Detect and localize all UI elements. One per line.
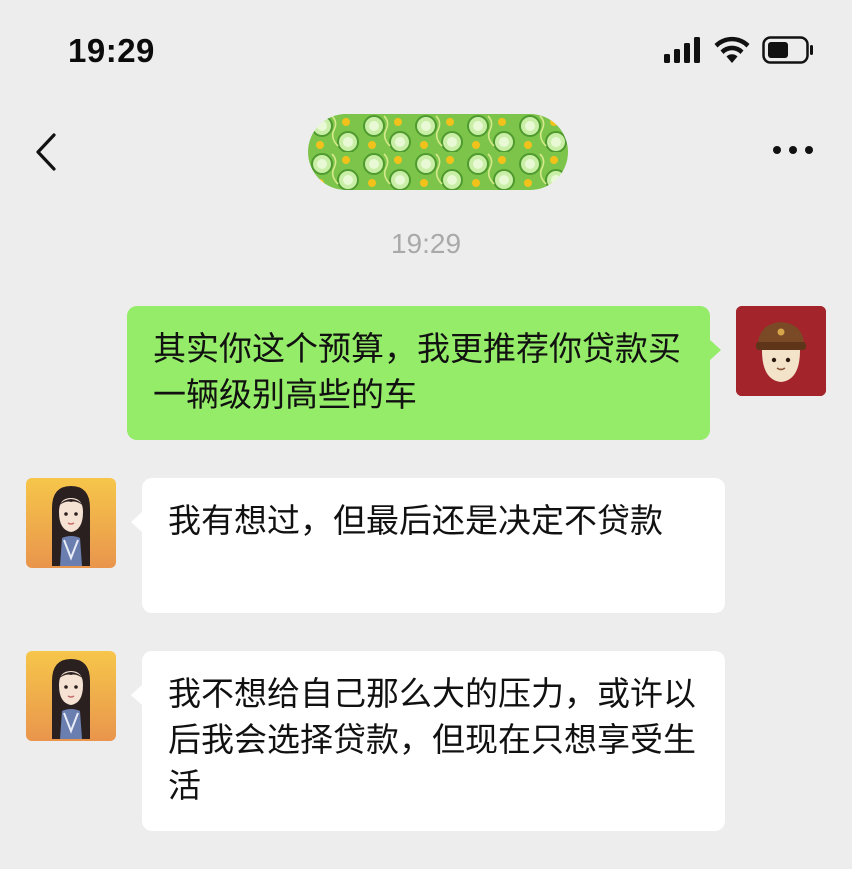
cellular-signal-icon xyxy=(664,37,700,63)
bubble-tail xyxy=(709,339,721,361)
wifi-icon xyxy=(714,36,750,63)
avatar-self[interactable] xyxy=(736,306,826,396)
message-bubble-sent[interactable]: 其实你这个预算，我更推荐你贷款买一辆级别高些的车 xyxy=(127,306,710,440)
battery-icon xyxy=(762,36,813,64)
status-bar: 19:29 xyxy=(0,0,852,100)
message-text: 我有想过，但最后还是决定不贷款 xyxy=(168,501,663,540)
message-text: 其实你这个预算，我更推荐你贷款买一辆级别高些的车 xyxy=(153,329,681,414)
chevron-left-icon[interactable] xyxy=(30,132,66,172)
message-timestamp: 19:29 xyxy=(390,228,462,259)
message-bubble-received[interactable]: 我有想过，但最后还是决定不贷款 xyxy=(142,478,725,613)
status-time: 19:29 xyxy=(68,32,155,69)
message-bubble-received[interactable]: 我不想给自己那么大的压力，或许以后我会选择贷款，但现在只想享受生活 xyxy=(142,651,725,831)
more-dots-icon[interactable] xyxy=(772,140,814,160)
avatar-contact[interactable] xyxy=(26,478,116,568)
avatar-contact[interactable] xyxy=(26,651,116,741)
chat-title-redacted xyxy=(308,114,568,190)
nav-bar xyxy=(0,100,852,200)
status-icons xyxy=(664,36,814,64)
message-text: 我不想给自己那么大的压力，或许以后我会选择贷款，但现在只想享受生活 xyxy=(168,674,696,805)
